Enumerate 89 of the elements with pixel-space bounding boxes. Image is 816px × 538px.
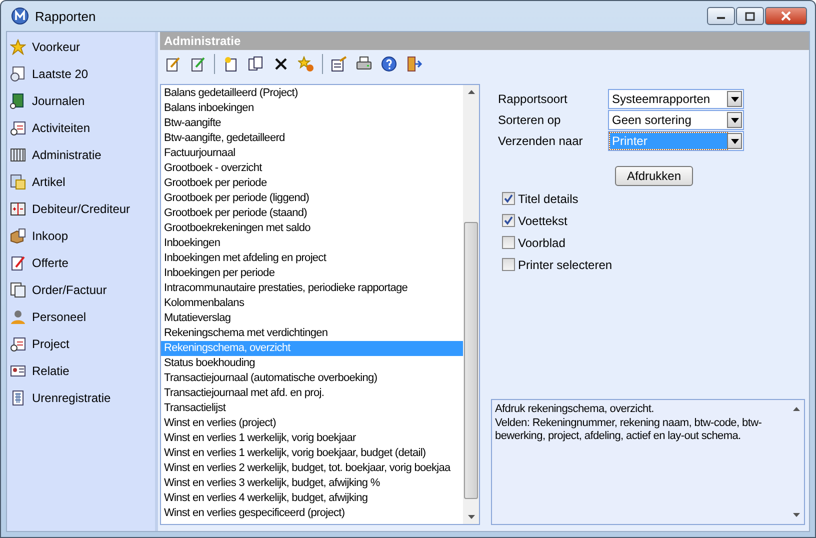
sidebar-item[interactable]: Administratie [7, 141, 155, 168]
document-icon [10, 66, 26, 82]
checkbox-label: Printer selecteren [518, 258, 612, 272]
maximize-button[interactable] [736, 7, 764, 25]
scroll-up-icon[interactable] [792, 406, 800, 412]
report-item[interactable]: Grootboek per periode (staand) [161, 206, 463, 221]
person-icon [10, 308, 26, 324]
sidebar-item[interactable]: Project [7, 330, 155, 357]
checkbox[interactable] [502, 258, 515, 271]
calculator-icon [10, 200, 26, 216]
report-item[interactable]: Winst en verlies 1 werkelijk, vorig boekjaar [161, 431, 463, 446]
app-logo-icon [11, 7, 29, 25]
report-item[interactable]: Grootboek per periode (liggend) [161, 191, 463, 206]
checkbox[interactable] [502, 236, 515, 249]
checkbox-label: Titel details [518, 192, 578, 206]
document-icon [10, 120, 26, 136]
sidebar-item[interactable]: Journalen [7, 87, 155, 114]
dropdown-arrow-icon [730, 118, 738, 122]
report-item[interactable]: Balans inboekingen [161, 101, 463, 116]
report-item[interactable]: Grootboekrekeningen met saldo [161, 221, 463, 236]
checkbox-label: Voorblad [518, 236, 566, 250]
sidebar-item[interactable]: Debiteur/Crediteur [7, 195, 155, 222]
sidebar-item[interactable]: Personeel [7, 303, 155, 330]
columns-icon [10, 146, 26, 162]
report-item[interactable]: Winst en verlies 4 werkelijk, budget, afwijking [161, 491, 463, 506]
dropdown-field[interactable]: Geen sortering [608, 110, 744, 130]
document-icon [10, 336, 26, 352]
report-item[interactable]: Status boekhouding [161, 356, 463, 371]
report-item[interactable]: Rekeningschema met verdichtingen [161, 326, 463, 341]
report-item[interactable]: Winst en verlies 2 werkelijk, budget, tot. boekjaar, vorig boekjaa [161, 461, 463, 476]
dropdown-field[interactable]: Systeemrapporten [608, 89, 744, 109]
report-item[interactable]: Inboekingen per periode [161, 266, 463, 281]
report-item[interactable]: Winst en verlies 3 werkelijk, budget, afwijking % [161, 476, 463, 491]
sidebar-item[interactable]: Artikel [7, 168, 155, 195]
sidebar-item[interactable]: Laatste 20 [7, 60, 155, 87]
report-item[interactable]: Mutatieverslag [161, 311, 463, 326]
scroll-down-icon[interactable] [792, 512, 800, 518]
minimize-button[interactable] [707, 7, 735, 25]
dropdown-arrow-icon [730, 96, 738, 102]
maximize-icon [745, 12, 755, 20]
close-icon [781, 11, 791, 21]
report-item[interactable]: Winst en verlies gespecificeerd (project) [161, 506, 463, 521]
sidebar-item[interactable]: Voorkeur [7, 33, 155, 60]
sidebar-item[interactable]: Order/Factuur [7, 276, 155, 303]
scroll-up-icon[interactable] [466, 89, 476, 95]
document-icon [10, 390, 26, 406]
report-item[interactable]: Inboekingen [161, 236, 463, 251]
sidebar-item[interactable]: Inkoop [7, 222, 155, 249]
report-item[interactable]: Balans gedetailleerd (Project) [161, 86, 463, 101]
sidebar-item[interactable]: Urenregistratie [7, 384, 155, 411]
sidebar-item[interactable]: Relatie [7, 357, 155, 384]
document-icon [10, 92, 26, 108]
field-label: Verzenden naar [498, 134, 584, 148]
scroll-down-icon[interactable] [466, 514, 476, 520]
star-icon [10, 38, 26, 54]
report-item[interactable]: Btw-aangifte [161, 116, 463, 131]
sidebar-item[interactable]: Activiteiten [7, 114, 155, 141]
package-icon [10, 228, 26, 244]
report-item[interactable]: Grootboek per periode [161, 176, 463, 191]
checkbox-label: Voettekst [518, 214, 568, 228]
pencil-document-icon [10, 254, 26, 270]
report-item[interactable]: Transactiejournaal met afd. en proj. [161, 386, 463, 401]
close-button[interactable] [765, 7, 807, 25]
contact-card-icon [10, 362, 26, 378]
panel-header: Administratie [160, 32, 809, 50]
dropdown-arrow-icon [730, 138, 738, 144]
checkbox[interactable] [502, 192, 515, 205]
report-item[interactable]: Btw-aangifte, gedetailleerd [161, 131, 463, 146]
checkbox[interactable] [502, 214, 515, 227]
print-button[interactable]: Afdrukken [615, 166, 693, 186]
report-item[interactable]: Grootboek - overzicht [161, 161, 463, 176]
report-item[interactable]: Transactielijst [161, 401, 463, 416]
document-icon [10, 174, 26, 190]
scroll-thumb[interactable] [464, 222, 478, 499]
report-item[interactable]: Winst en verlies 1 werkelijk, vorig boekjaar, budget (detail) [161, 446, 463, 461]
report-item[interactable]: Factuurjournaal [161, 146, 463, 161]
scrollbar[interactable] [463, 85, 479, 524]
report-item[interactable]: Intracommunautaire prestaties, periodieke rapportage [161, 281, 463, 296]
field-label: Sorteren op [498, 113, 562, 127]
report-item[interactable]: Kolommenbalans [161, 296, 463, 311]
sidebar-item[interactable]: Offerte [7, 249, 155, 276]
document-icon [10, 282, 26, 298]
description-text: Velden: Rekeningnummer, rekening naam, btw-code, btw-bewerking, project, afdeling, actief en lay-out schema. [495, 416, 763, 444]
report-item[interactable]: Inboekingen met afdeling en project [161, 251, 463, 266]
field-label: Rapportsoort [498, 92, 568, 106]
report-item[interactable]: Transactiejournaal (automatische overboeking) [161, 371, 463, 386]
report-item[interactable]: Winst en verlies (project) [161, 416, 463, 431]
description-text: Afdruk rekeningschema, overzicht. [495, 403, 655, 416]
window-title: Rapporten [35, 8, 96, 24]
